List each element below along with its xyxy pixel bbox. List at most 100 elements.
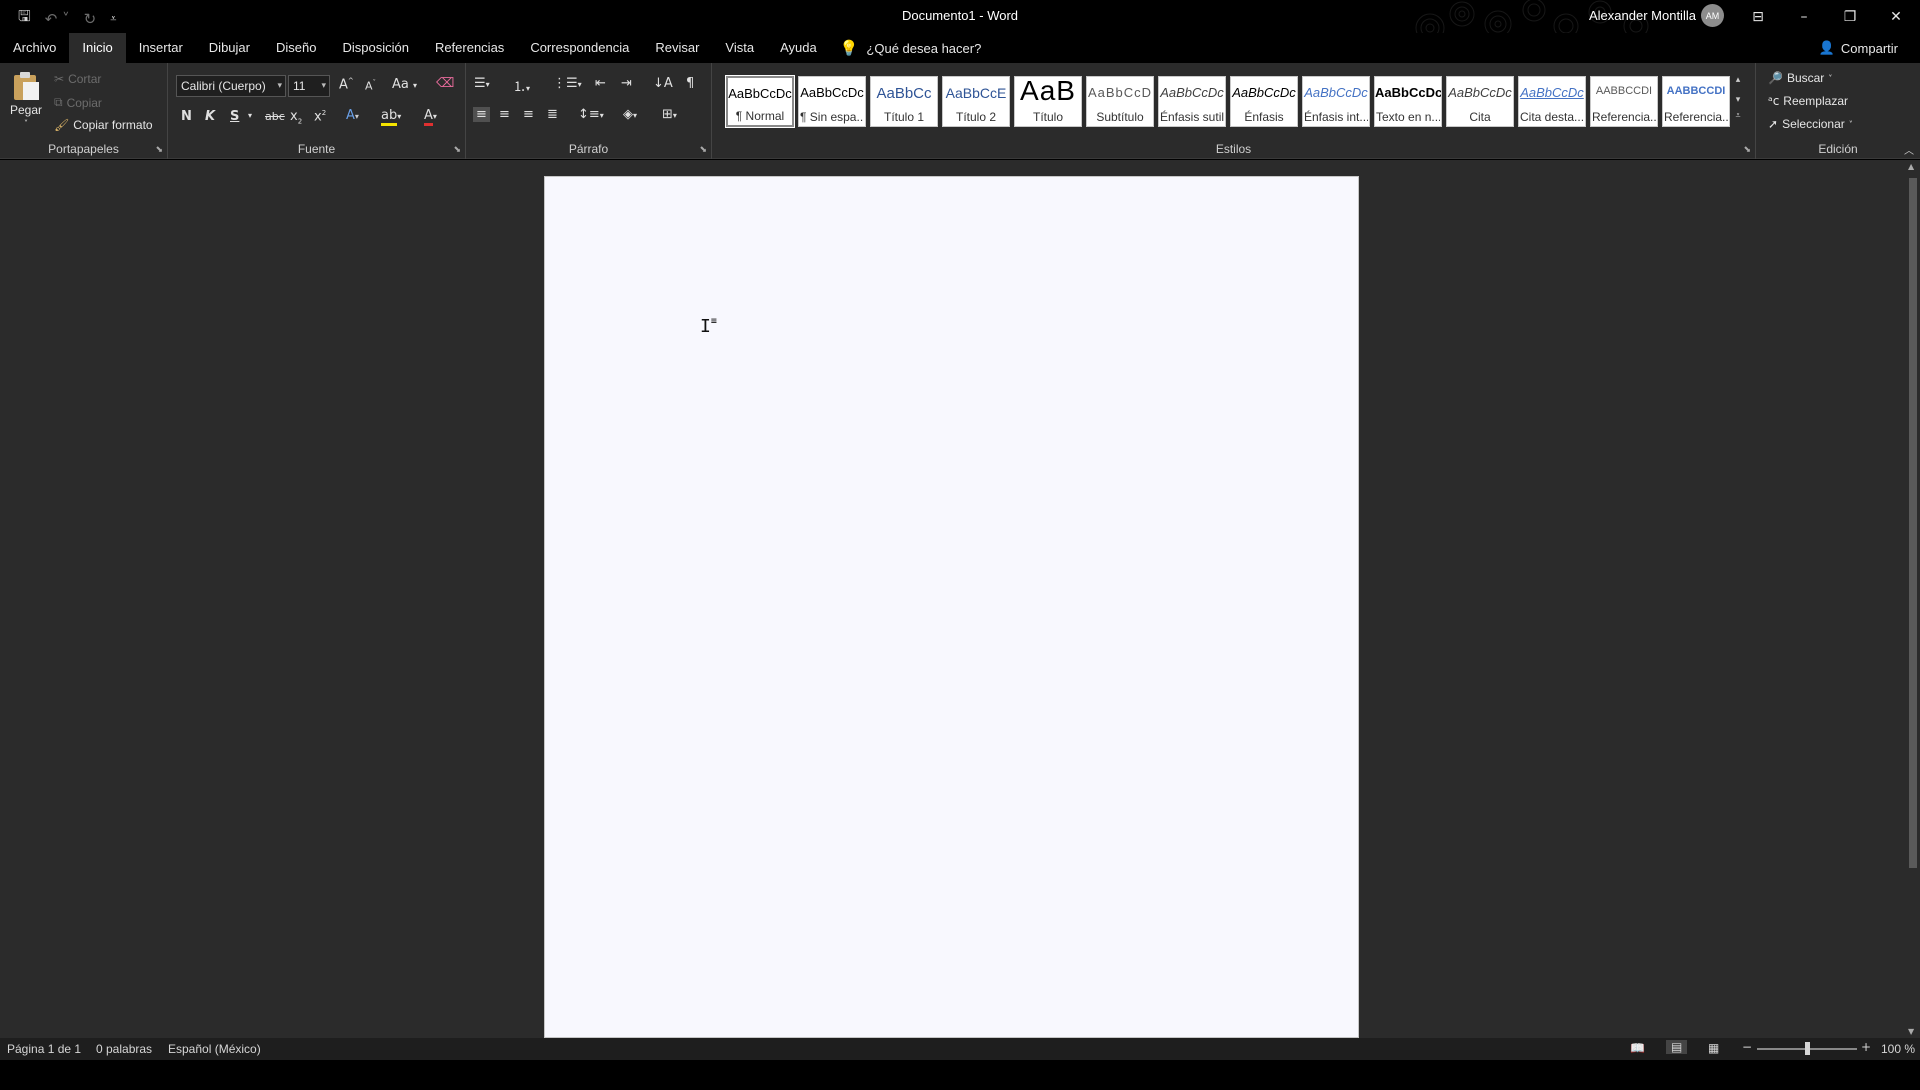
more-styles-icon[interactable]: ⩡ bbox=[1735, 111, 1740, 121]
align-center-icon[interactable]: ≡ bbox=[499, 107, 510, 122]
numbering-icon[interactable]: ⒈▾ bbox=[513, 76, 530, 95]
shading-icon[interactable]: ◈▾ bbox=[623, 107, 637, 122]
justify-icon[interactable]: ≣ bbox=[547, 107, 558, 122]
dialog-launcher-icon[interactable]: ⬊ bbox=[453, 145, 461, 155]
change-case-button[interactable]: Aa ▾ bbox=[392, 77, 417, 92]
multilevel-list-icon[interactable]: ⋮☰▾ bbox=[553, 76, 582, 91]
format-painter-button[interactable]: 🖌 Copiar formato bbox=[54, 118, 153, 132]
tab-revisar[interactable]: Revisar bbox=[642, 33, 712, 63]
scroll-up-icon[interactable]: ▲ bbox=[1908, 162, 1914, 171]
document-page[interactable] bbox=[544, 176, 1359, 1038]
web-layout-icon[interactable]: ▦ bbox=[1708, 1041, 1719, 1055]
page-count[interactable]: Página 1 de 1 bbox=[7, 1042, 81, 1056]
avatar[interactable]: AM bbox=[1701, 4, 1724, 27]
style-item[interactable]: AaBbCcDc ¶ Normal bbox=[725, 75, 795, 128]
underline-dropdown-icon[interactable]: ▾ bbox=[248, 111, 252, 120]
show-formatting-icon[interactable]: ¶ bbox=[686, 76, 694, 91]
subscript-icon[interactable]: x2 bbox=[290, 109, 302, 126]
tab-vista[interactable]: Vista bbox=[712, 33, 767, 63]
strikethrough-button[interactable]: abc bbox=[265, 110, 285, 123]
scrollbar-thumb[interactable] bbox=[1909, 178, 1917, 868]
dialog-launcher-icon[interactable]: ⬊ bbox=[1743, 145, 1751, 155]
read-mode-icon[interactable]: 📖 bbox=[1630, 1041, 1645, 1055]
sort-icon[interactable]: ↓A bbox=[653, 76, 673, 91]
undo-icon[interactable]: ↶ ˅ bbox=[45, 10, 70, 28]
highlight-color-icon[interactable]: ab▾ bbox=[381, 108, 401, 126]
tab-referencias[interactable]: Referencias bbox=[422, 33, 517, 63]
style-sample: AaBbCcDc bbox=[1520, 85, 1584, 100]
find-button[interactable]: 🔎 Buscar ˅ bbox=[1768, 71, 1832, 85]
redo-icon[interactable]: ↻ bbox=[84, 10, 97, 28]
tab-archivo[interactable]: Archivo bbox=[0, 33, 69, 63]
dialog-launcher-icon[interactable]: ⬊ bbox=[699, 145, 707, 155]
vertical-scrollbar[interactable]: ▲ ▼ bbox=[1906, 160, 1920, 1038]
paste-button[interactable]: Pegar ˅ bbox=[10, 69, 42, 128]
share-button[interactable]: 👤 Compartir bbox=[1819, 41, 1898, 56]
style-item[interactable]: AaBbCcDc Cita bbox=[1446, 76, 1514, 127]
borders-icon[interactable]: ⊞▾ bbox=[662, 107, 677, 122]
tab-dibujar[interactable]: Dibujar bbox=[196, 33, 263, 63]
close-icon[interactable]: ✕ bbox=[1873, 0, 1919, 33]
style-item[interactable]: AaB Título bbox=[1014, 76, 1082, 127]
quick-access-toolbar: 🖫 ↶ ˅ ↻ ⩡ bbox=[18, 6, 116, 31]
style-item[interactable]: AaBbCcDc Énfasis sutil bbox=[1158, 76, 1226, 127]
align-right-icon[interactable]: ≡ bbox=[523, 107, 534, 122]
style-item[interactable]: AABBCCDI Referencia... bbox=[1662, 76, 1730, 127]
line-spacing-icon[interactable]: ↕≡▾ bbox=[578, 107, 604, 122]
tell-me-box[interactable]: 💡 ¿Qué desea hacer? bbox=[840, 39, 982, 57]
word-count[interactable]: 0 palabras bbox=[96, 1042, 152, 1056]
scroll-up-icon[interactable]: ▴ bbox=[1736, 75, 1741, 85]
italic-button[interactable]: K bbox=[205, 109, 215, 124]
tab-diseno[interactable]: Diseño bbox=[263, 33, 329, 63]
align-left-icon[interactable]: ≡ bbox=[473, 107, 490, 122]
copy-button[interactable]: ⧉ Copiar bbox=[54, 95, 102, 110]
style-item[interactable]: AaBbCcD Subtítulo bbox=[1086, 76, 1154, 127]
save-icon[interactable]: 🖫 bbox=[18, 6, 31, 31]
scroll-down-icon[interactable]: ▼ bbox=[1908, 1027, 1914, 1036]
decrease-indent-icon[interactable]: ⇤ bbox=[595, 76, 606, 91]
zoom-out-icon[interactable]: − bbox=[1742, 1040, 1752, 1054]
tab-disposicion[interactable]: Disposición bbox=[329, 33, 421, 63]
font-color-icon[interactable]: A▾ bbox=[424, 108, 437, 126]
zoom-level[interactable]: 100 % bbox=[1881, 1042, 1915, 1056]
print-layout-icon[interactable]: ▤ bbox=[1666, 1040, 1688, 1054]
language[interactable]: Español (México) bbox=[168, 1042, 261, 1056]
tab-insertar[interactable]: Insertar bbox=[126, 33, 196, 63]
font-size-combo[interactable]: 11 ▾ bbox=[288, 75, 330, 97]
minimize-icon[interactable]: – bbox=[1781, 0, 1827, 33]
bold-button[interactable]: N bbox=[181, 109, 192, 124]
style-item[interactable]: AaBbCcDc Texto en n... bbox=[1374, 76, 1442, 127]
style-item[interactable]: AABBCCDI Referencia... bbox=[1590, 76, 1658, 127]
select-button[interactable]: ➚ Seleccionar ˅ bbox=[1768, 117, 1853, 131]
text-effects-icon[interactable]: A▾ bbox=[346, 108, 359, 123]
grow-font-icon[interactable]: A^ bbox=[339, 77, 354, 92]
style-item[interactable]: AaBbCcDc ¶ Sin espa... bbox=[798, 76, 866, 127]
tab-ayuda[interactable]: Ayuda bbox=[767, 33, 830, 63]
dialog-launcher-icon[interactable]: ⬊ bbox=[155, 145, 163, 155]
zoom-slider-thumb[interactable] bbox=[1805, 1042, 1810, 1055]
style-item[interactable]: AaBbCcDc Énfasis int... bbox=[1302, 76, 1370, 127]
zoom-in-icon[interactable]: + bbox=[1861, 1040, 1871, 1054]
superscript-icon[interactable]: x2 bbox=[314, 109, 326, 124]
increase-indent-icon[interactable]: ⇥ bbox=[621, 76, 632, 91]
tab-inicio[interactable]: Inicio bbox=[69, 33, 126, 63]
clear-formatting-icon[interactable]: ⌫ bbox=[436, 76, 454, 91]
style-item[interactable]: AaBbCcDc Énfasis bbox=[1230, 76, 1298, 127]
style-item[interactable]: AaBbCcE Título 2 bbox=[942, 76, 1010, 127]
group-label-font: Fuente bbox=[297, 142, 336, 156]
customize-qat-icon[interactable]: ⩡ bbox=[110, 12, 116, 26]
replace-button[interactable]: ᵃc Reemplazar bbox=[1768, 94, 1848, 108]
restore-icon[interactable]: ❐ bbox=[1827, 0, 1873, 33]
bullets-icon[interactable]: ☰▾ bbox=[474, 76, 490, 91]
collapse-ribbon-icon[interactable]: ︿ bbox=[1904, 142, 1914, 157]
scroll-down-icon[interactable]: ▾ bbox=[1736, 95, 1741, 105]
style-item[interactable]: AaBbCc Título 1 bbox=[870, 76, 938, 127]
shrink-font-icon[interactable]: Aˇ bbox=[365, 79, 376, 93]
style-item[interactable]: AaBbCcDc Cita desta... bbox=[1518, 76, 1586, 127]
tab-correspondencia[interactable]: Correspondencia bbox=[517, 33, 642, 63]
ribbon-display-options-icon[interactable]: ⊟ bbox=[1735, 0, 1781, 33]
underline-button[interactable]: S bbox=[230, 109, 239, 124]
font-family-combo[interactable]: Calibri (Cuerpo) ▾ bbox=[176, 75, 286, 97]
cut-button[interactable]: ✂ Cortar bbox=[54, 72, 101, 86]
user-name[interactable]: Alexander Montilla bbox=[1589, 8, 1696, 23]
